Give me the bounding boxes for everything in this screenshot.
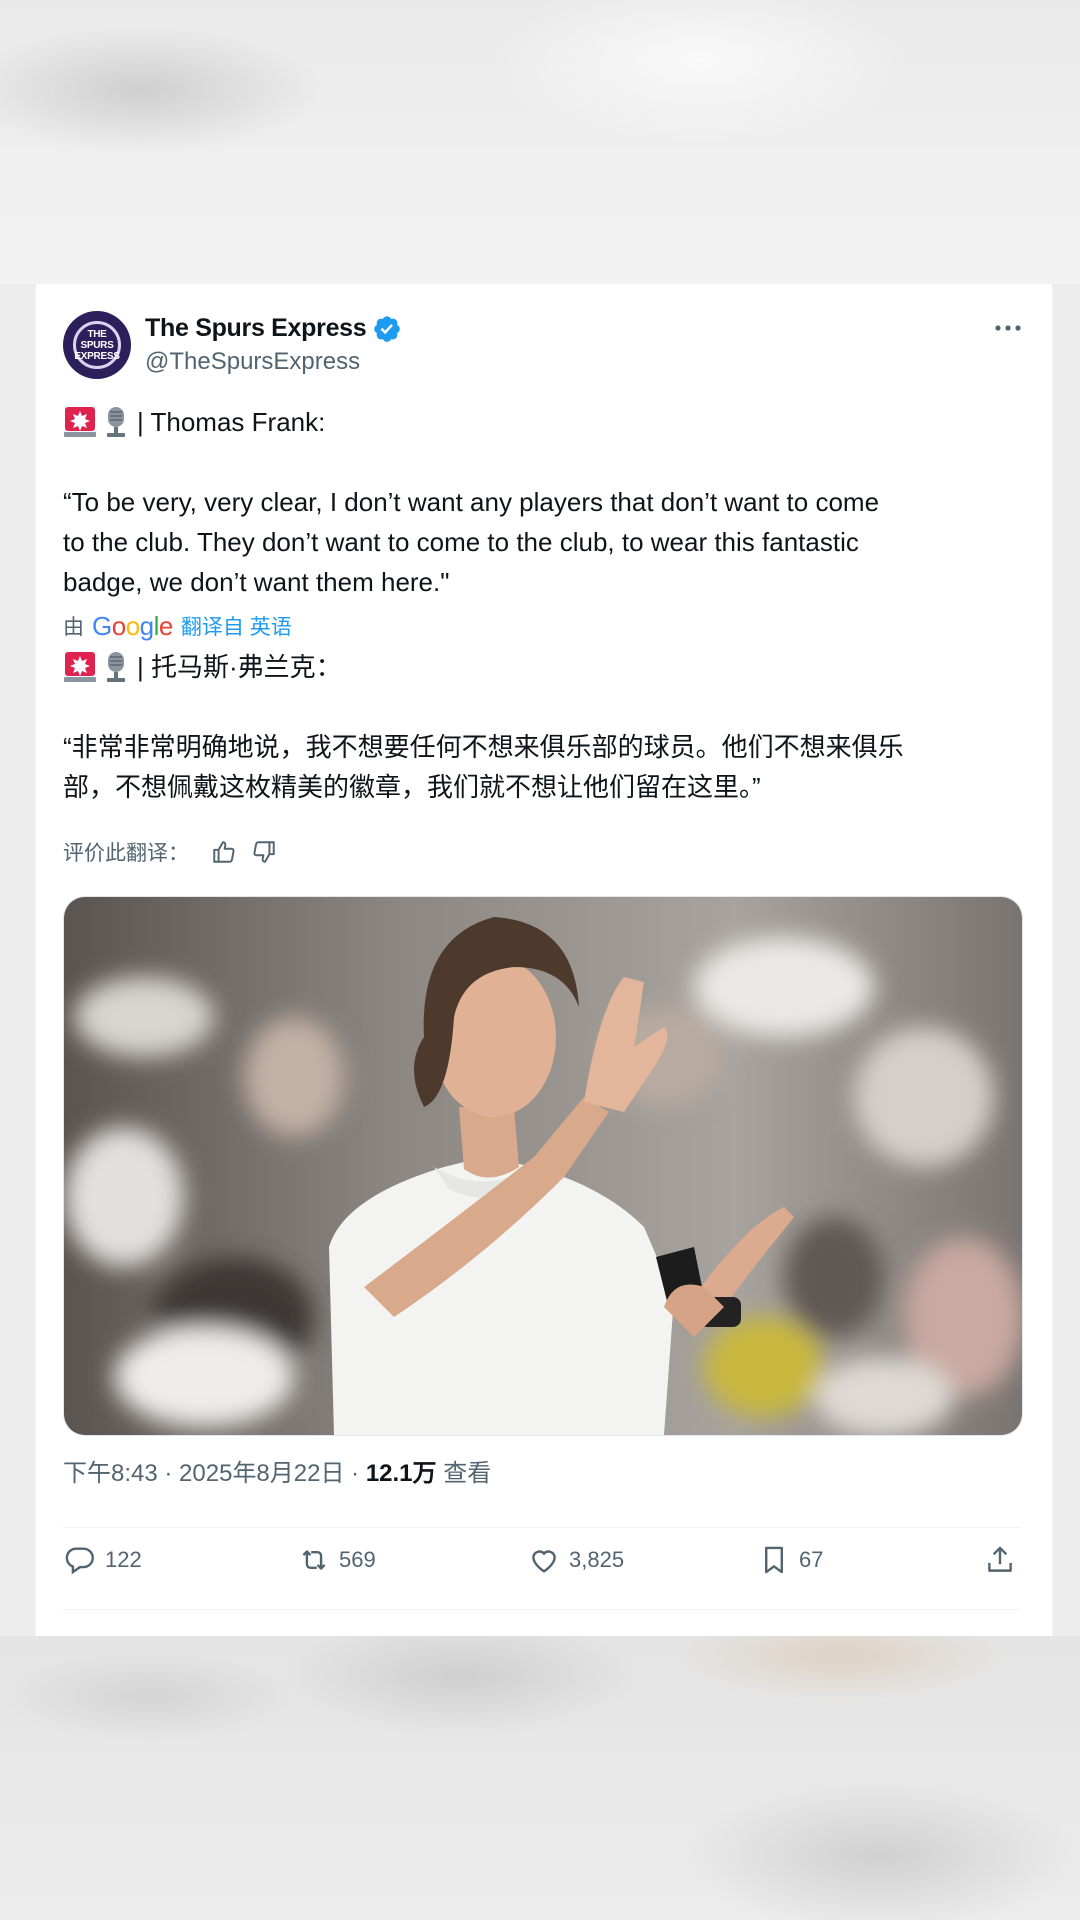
divider [63, 1527, 1021, 1528]
verified-badge-icon [374, 316, 400, 342]
speaker-line: | Thomas Frank: [63, 402, 1023, 442]
avatar-logo: THE SPURS EXPRESS [73, 321, 121, 369]
view-count: 12.1万 [365, 1460, 437, 1487]
studio-microphone-emoji-icon [107, 407, 125, 437]
quote-line: badge, we don’t want them here." [63, 567, 450, 597]
blurred-background-bottom [0, 1636, 1080, 1920]
heart-icon [532, 1550, 556, 1573]
google-logo: Google [92, 610, 173, 641]
translated-from-link[interactable]: 翻译自 英语 [181, 611, 292, 641]
tweet-card: THE SPURS EXPRESS The Spurs Express @The… [35, 284, 1053, 1636]
tweet-date[interactable]: 2025年8月22日 [179, 1460, 344, 1487]
divider [63, 1609, 1021, 1610]
studio-microphone-emoji-icon [107, 652, 125, 682]
blurred-background-top [0, 0, 1080, 284]
repost-button[interactable]: 569 [297, 1543, 527, 1577]
rotating-light-emoji-icon [64, 652, 96, 682]
translation-bar: 由 Google 翻译自 英语 [63, 610, 292, 641]
user-handle[interactable]: @TheSpursExpress [145, 348, 360, 376]
tweet-photo[interactable] [63, 896, 1023, 1436]
quote-line-translated: “非常非常明确地说，我不想要任何不想来俱乐部的球员。他们不想来俱乐 [63, 732, 904, 762]
tweet-meta: 下午8:43 · 2025年8月22日 · 12.1万 查看 [63, 1460, 492, 1487]
reply-button[interactable]: 122 [63, 1543, 297, 1577]
action-bar: 122 569 3,825 67 [63, 1530, 1021, 1590]
bookmark-button[interactable]: 67 [757, 1543, 983, 1577]
tweet-text-original: | Thomas Frank: “To be very, very clear,… [63, 402, 1023, 602]
rate-translation: 评价此翻译： [63, 834, 277, 870]
speaker-line-translated: | 托马斯·弗兰克： [63, 647, 1023, 687]
quote-line-translated: 部，不想佩戴这枚精美的徽章，我们就不想让他们留在这里。” [63, 772, 761, 802]
share-button[interactable] [983, 1543, 1021, 1577]
quote-line: “To be very, very clear, I don’t want an… [63, 487, 880, 517]
bookmark-icon [765, 1546, 783, 1574]
display-name[interactable]: The Spurs Express [145, 314, 367, 343]
avatar[interactable]: THE SPURS EXPRESS [63, 311, 131, 379]
share-icon [988, 1546, 1012, 1572]
more-horizontal-icon[interactable] [991, 316, 1025, 340]
repost-icon [302, 1550, 326, 1570]
coach-applauding-photo [64, 897, 1022, 1435]
rotating-light-emoji-icon [64, 407, 96, 437]
reply-icon [65, 1547, 94, 1575]
like-button[interactable]: 3,825 [527, 1543, 757, 1577]
thumbs-up-icon[interactable] [211, 839, 237, 865]
tweet-time[interactable]: 下午8:43 [63, 1460, 158, 1487]
quote-line: to the club. They don’t want to come to … [63, 527, 859, 557]
thumbs-down-icon[interactable] [251, 839, 277, 865]
tweet-text-translated: | 托马斯·弗兰克： “非常非常明确地说，我不想要任何不想来俱乐部的球员。他们不… [63, 647, 1023, 807]
